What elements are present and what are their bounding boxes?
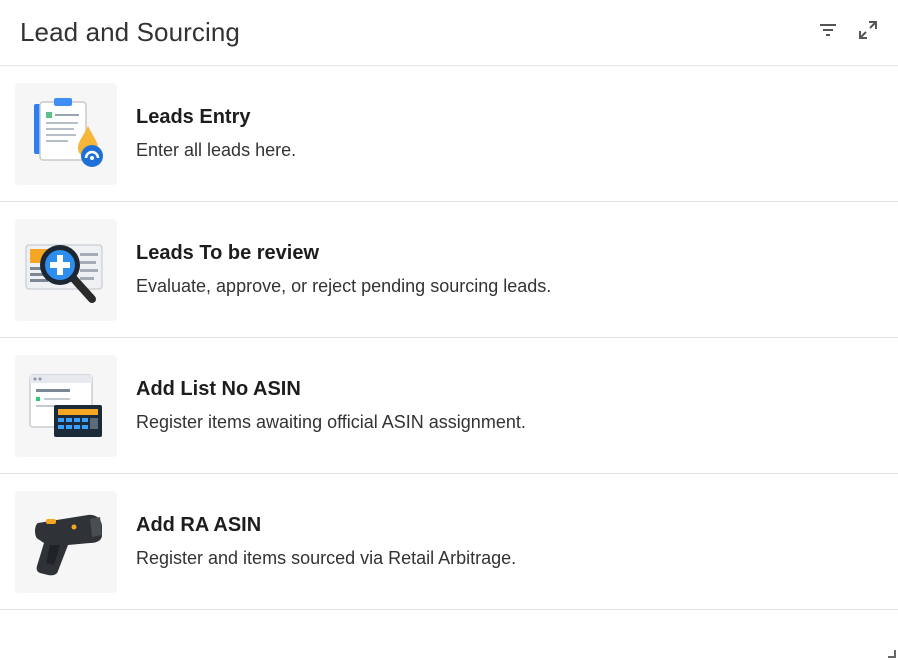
list-item-add-ra-asin[interactable]: Add RA ASIN Register and items sourced v… bbox=[0, 474, 898, 610]
barcode-scanner-icon bbox=[15, 490, 117, 593]
filter-icon[interactable] bbox=[816, 18, 840, 42]
list-item-text: Leads Entry Enter all leads here. bbox=[136, 106, 296, 161]
lead-sourcing-panel: Lead and Sourcing Leads Entry Enter all … bbox=[0, 0, 898, 660]
list-item-text: Add RA ASIN Register and items sourced v… bbox=[136, 514, 516, 569]
list-item-description: Register items awaiting official ASIN as… bbox=[136, 412, 526, 432]
menu-list: Leads Entry Enter all leads here. Leads … bbox=[0, 66, 898, 610]
list-item-text: Add List No ASIN Register items awaiting… bbox=[136, 378, 526, 433]
list-item-text: Leads To be review Evaluate, approve, or… bbox=[136, 242, 551, 297]
list-item-add-list-no-asin[interactable]: Add List No ASIN Register items awaiting… bbox=[0, 338, 898, 474]
panel-header: Lead and Sourcing bbox=[0, 0, 898, 66]
panel-title: Lead and Sourcing bbox=[20, 17, 240, 47]
expand-icon[interactable] bbox=[856, 18, 880, 42]
list-item-leads-review[interactable]: Leads To be review Evaluate, approve, or… bbox=[0, 202, 898, 338]
list-item-description: Evaluate, approve, or reject pending sou… bbox=[136, 276, 552, 296]
list-item-leads-entry[interactable]: Leads Entry Enter all leads here. bbox=[0, 66, 898, 202]
magnifier-icon bbox=[15, 218, 117, 321]
list-item-description: Register and items sourced via Retail Ar… bbox=[136, 548, 517, 568]
list-item-title: Leads Entry bbox=[136, 106, 251, 128]
resize-handle[interactable] bbox=[888, 650, 896, 658]
list-item-title: Add RA ASIN bbox=[136, 514, 262, 536]
header-actions bbox=[816, 18, 880, 42]
list-item-description: Enter all leads here. bbox=[136, 140, 297, 160]
list-item-title: Add List No ASIN bbox=[136, 378, 301, 400]
clipboard-icon bbox=[15, 82, 117, 185]
list-item-title: Leads To be review bbox=[136, 242, 320, 264]
dashboard-icon bbox=[15, 354, 117, 457]
